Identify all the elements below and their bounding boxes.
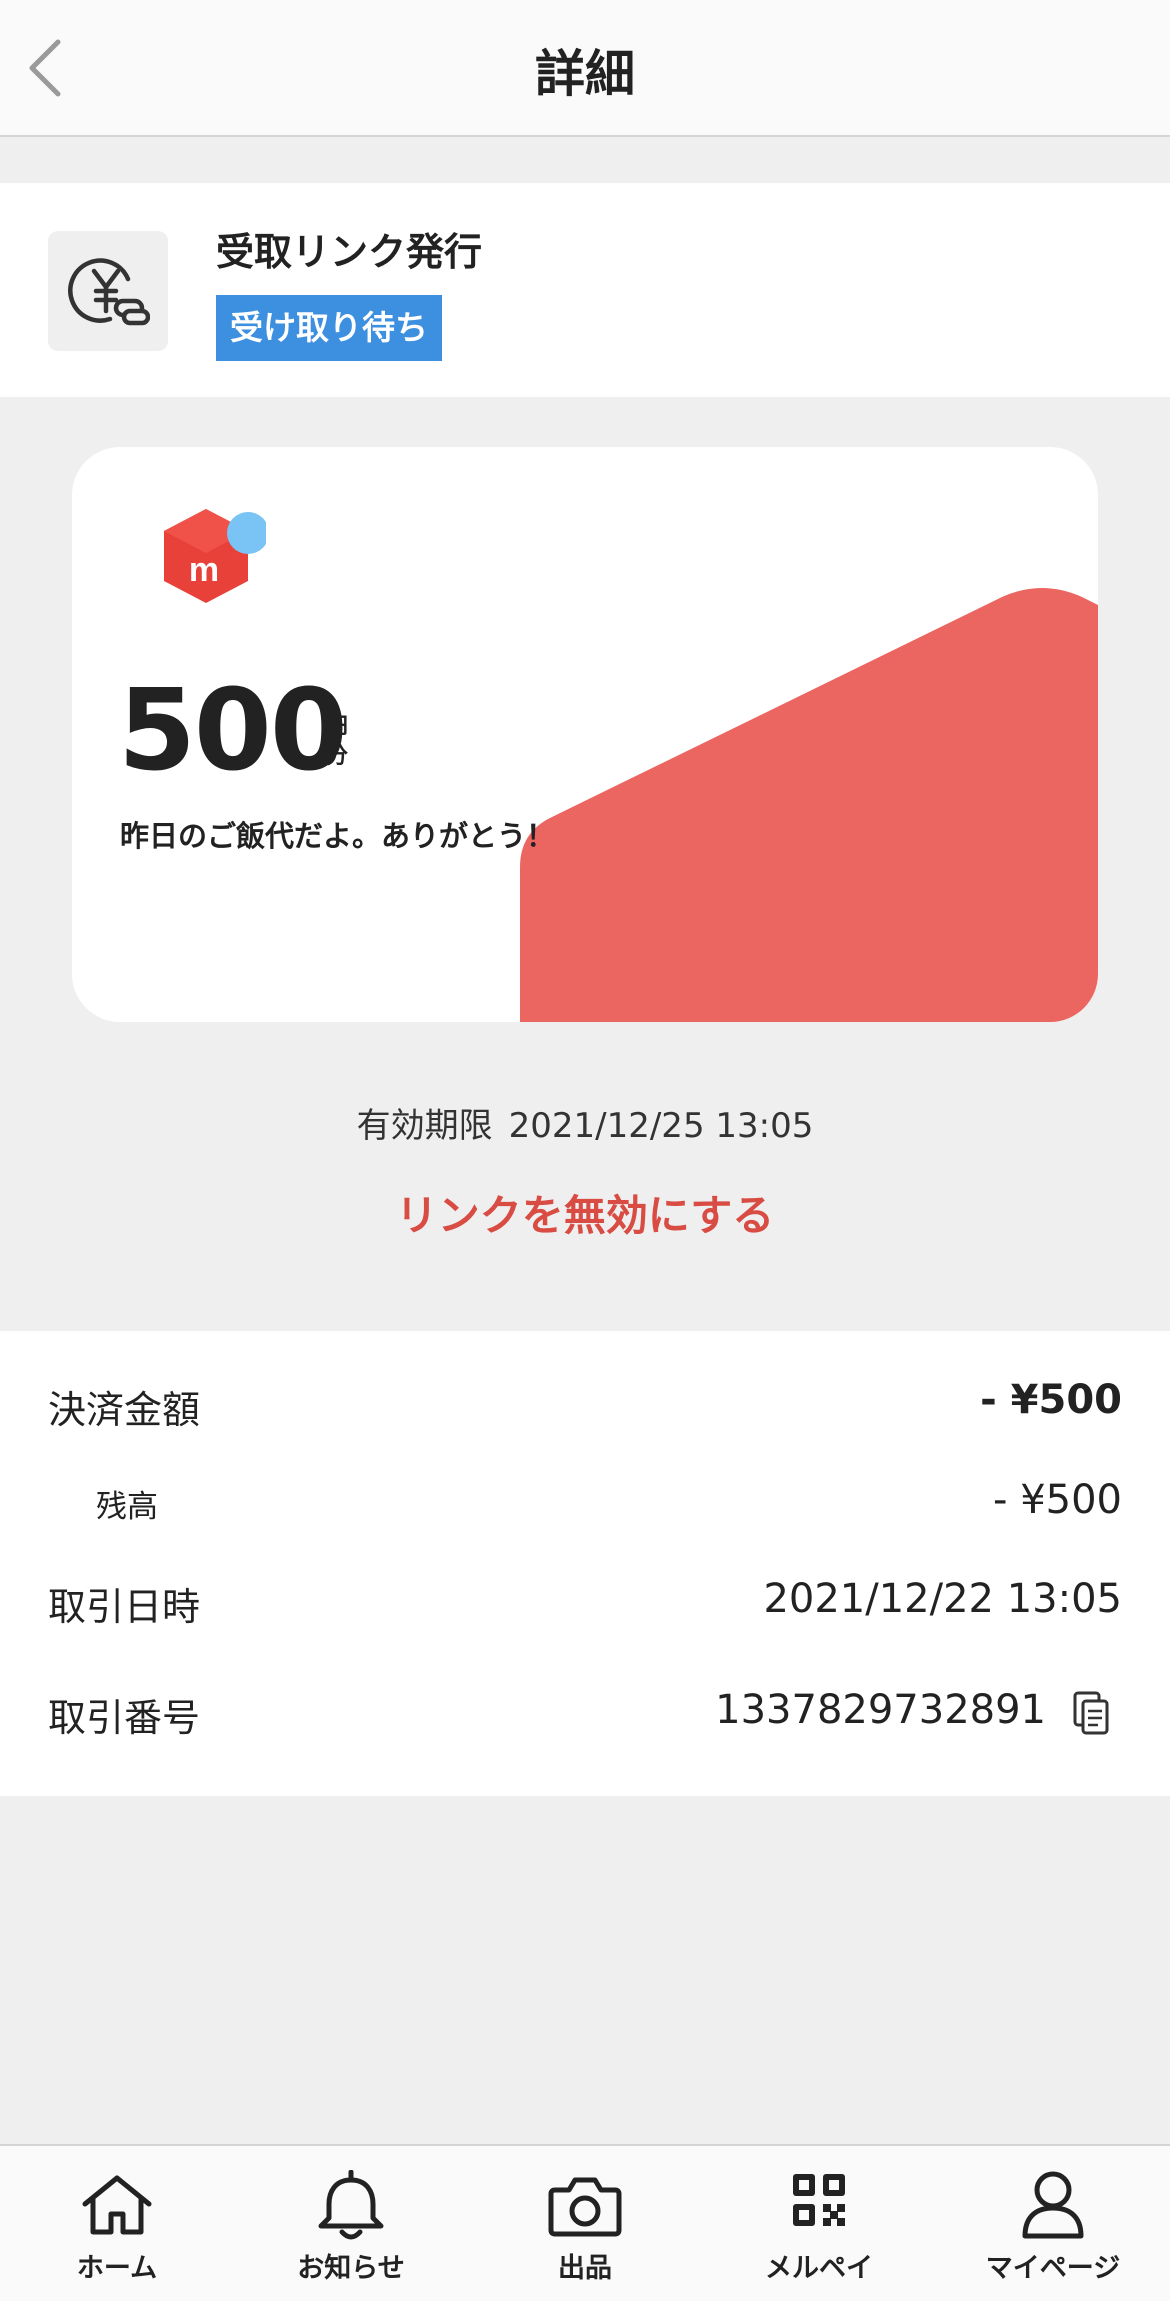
transaction-datetime-value: 2021/12/22 13:05 [763,1576,1122,1622]
card-amount-unit: 円 分 [326,712,356,772]
bottom-navigation: ホーム お知らせ 出品 メルペイ マイページ [0,2144,1170,2301]
balance-label: 残高 [96,1489,158,1525]
unit-yen: 円 [326,714,349,739]
payment-amount-label: 決済金額 [48,1388,201,1432]
home-icon [82,2175,152,2235]
qr-code-icon [793,2174,845,2226]
nav-label-sell: 出品 [558,2253,612,2284]
nav-label-notifications: お知らせ [297,2253,405,2284]
camera-icon [548,2177,622,2237]
balance-value: - ¥500 [993,1477,1122,1523]
transaction-number-label: 取引番号 [48,1696,201,1740]
transaction-title: 受取リンク発行 [216,230,483,274]
mercari-box-logo: m [164,509,266,603]
transaction-number-value: 1337829732891 [715,1687,1046,1733]
nav-item-merpay[interactable]: メルペイ [702,2146,936,2301]
yen-link-icon [68,258,150,326]
nav-item-sell[interactable]: 出品 [468,2146,702,2301]
gift-card: m 500 円 分 昨日のご飯代だよ。ありがとう！ [72,447,1098,1022]
transaction-datetime-label: 取引日時 [48,1585,201,1629]
nav-item-mypage[interactable]: マイページ [936,2146,1170,2301]
nav-label-merpay: メルペイ [765,2253,873,2284]
payment-amount-value: - ¥500 [980,1377,1122,1423]
nav-label-home: ホーム [76,2253,158,2284]
copy-icon[interactable] [1072,1690,1110,1736]
svg-text:m: m [189,551,219,589]
disable-link-button[interactable]: リンクを無効にする [0,1182,1170,1243]
card-amount: 500 [118,666,348,796]
nav-item-home[interactable]: ホーム [0,2146,234,2301]
expiry-info: 有効期限 2021/12/25 13:05 [0,1098,1170,1147]
unit-worth: 分 [326,744,349,769]
bell-icon [318,2170,384,2240]
transaction-icon-box [48,231,168,351]
expiry-value: 2021/12/25 13:05 [508,1106,814,1146]
transaction-summary: 受取リンク発行 受け取り待ち [0,183,1170,397]
header-bar: 詳細 [0,0,1170,137]
nav-item-notifications[interactable]: お知らせ [234,2146,468,2301]
person-icon [1022,2171,1084,2239]
nav-label-mypage: マイページ [985,2253,1121,2284]
card-message: 昨日のご飯代だよ。ありがとう！ [120,819,556,853]
status-badge: 受け取り待ち [216,295,442,361]
expiry-label: 有効期限 [356,1106,493,1146]
transaction-details: 決済金額 - ¥500 残高 - ¥500 取引日時 2021/12/22 13… [0,1331,1170,1796]
page-title: 詳細 [535,45,635,103]
